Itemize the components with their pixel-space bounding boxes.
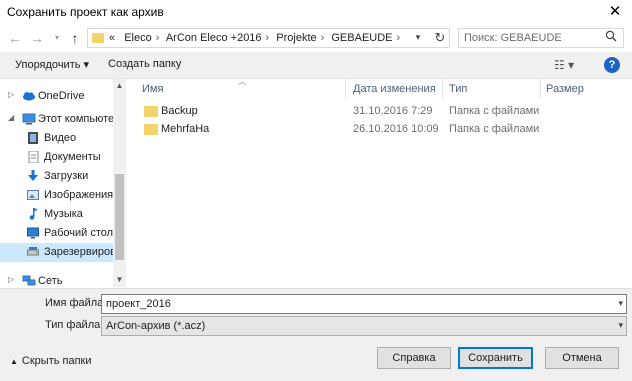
- column-header-name[interactable]: Имя: [142, 83, 163, 95]
- column-divider[interactable]: [442, 79, 443, 99]
- save-button[interactable]: Сохранить: [458, 347, 533, 369]
- sidebar-item-desktop[interactable]: Рабочий стол: [0, 224, 113, 243]
- organize-button[interactable]: Упорядочить ▾: [15, 58, 89, 71]
- breadcrumb-item[interactable]: Eleco: [124, 32, 152, 44]
- pictures-icon: [27, 189, 39, 201]
- sidebar-item-label: Видео: [44, 132, 77, 144]
- filetype-label: Тип файла:: [45, 319, 104, 331]
- folder-icon: [92, 33, 104, 43]
- download-icon: [27, 170, 39, 182]
- file-name: Backup: [161, 105, 198, 117]
- sidebar-item-pictures[interactable]: Изображения: [0, 186, 113, 205]
- scroll-down-arrow[interactable]: ▼: [113, 275, 126, 284]
- sort-indicator-icon: ︿: [238, 77, 246, 86]
- column-divider[interactable]: [345, 79, 346, 99]
- breadcrumb-item[interactable]: GEBAEUDE: [331, 32, 392, 44]
- up-button[interactable]: ↑: [66, 28, 84, 48]
- sidebar-item-label: Изображения: [44, 189, 114, 201]
- help-icon[interactable]: ?: [604, 57, 620, 73]
- column-header-type[interactable]: Тип: [449, 83, 467, 95]
- list-item[interactable]: Backup 31.10.2016 7:29 Папка с файлами: [142, 103, 539, 120]
- sidebar-item-documents[interactable]: Документы: [0, 148, 113, 167]
- breadcrumb-item[interactable]: ArCon Eleco +2016: [166, 32, 262, 44]
- column-divider[interactable]: [540, 79, 541, 99]
- sidebar-item-label: Музыка: [44, 208, 83, 220]
- file-list: ︿ Имя Дата изменения Тип Размер Backup 3…: [128, 77, 632, 287]
- sidebar-item-network[interactable]: Сеть: [0, 272, 113, 287]
- breadcrumb-item[interactable]: Projekte: [276, 32, 316, 44]
- search-input[interactable]: Поиск: GEBAEUDE: [458, 28, 624, 48]
- documents-icon: [27, 150, 39, 164]
- filetype-select[interactable]: ArCon-архив (*.acz) ▾: [101, 316, 627, 336]
- video-icon: [27, 132, 39, 144]
- sidebar-item-onedrive[interactable]: OneDrive: [0, 87, 113, 106]
- filename-value: проект_2016: [106, 298, 171, 310]
- chevron-down-icon[interactable]: ▾: [618, 320, 623, 331]
- chevron-right-icon[interactable]: ›: [156, 32, 160, 44]
- help-button[interactable]: Справка: [377, 347, 451, 369]
- filetype-value: ArCon-архив (*.acz): [106, 320, 206, 332]
- address-dropdown-icon[interactable]: ▾: [410, 32, 426, 43]
- file-type: Папка с файлами: [449, 123, 540, 135]
- window-title: Сохранить проект как архив: [7, 5, 164, 19]
- sidebar-item-label: Рабочий стол: [44, 227, 114, 239]
- sidebar-item-label: Документы: [44, 151, 101, 163]
- filename-label: Имя файла:: [45, 297, 107, 309]
- sidebar-item-reserved-drive[interactable]: Зарезервирован: [0, 243, 126, 262]
- close-button[interactable]: ✕: [604, 3, 626, 21]
- back-button[interactable]: ←: [6, 28, 24, 48]
- scroll-up-arrow[interactable]: ▲: [113, 81, 126, 90]
- chevron-down-icon[interactable]: ▾: [618, 298, 623, 309]
- new-folder-button[interactable]: Создать папку: [108, 58, 181, 70]
- sidebar-item-this-pc[interactable]: Этот компьютер: [0, 110, 120, 129]
- column-header-date[interactable]: Дата изменения: [353, 83, 436, 95]
- drive-icon: [27, 246, 39, 258]
- title-bar: Сохранить проект как архив ✕: [0, 0, 632, 24]
- chevron-right-icon[interactable]: ›: [321, 32, 325, 44]
- chevron-right-icon[interactable]: ›: [397, 32, 401, 44]
- sidebar-item-label: Загрузки: [44, 170, 89, 182]
- desktop-icon: [27, 227, 39, 239]
- file-date: 31.10.2016 7:29: [353, 105, 433, 117]
- toolbar: Упорядочить ▾ Создать папку ☷ ▾ ?: [0, 52, 632, 79]
- sidebar-item-label: OneDrive: [38, 90, 85, 102]
- filename-field[interactable]: проект_2016 ▾: [101, 294, 627, 314]
- scrollbar-thumb[interactable]: [115, 174, 124, 260]
- file-date: 26.10.2016 10:09: [353, 123, 439, 135]
- breadcrumb[interactable]: « Eleco › ArCon Eleco +2016 › Projekte › GE…: [109, 32, 404, 44]
- chevron-right-icon[interactable]: ▷: [8, 90, 14, 99]
- chevron-right-icon[interactable]: ▷: [8, 275, 14, 284]
- forward-button[interactable]: →: [28, 28, 46, 48]
- hide-folders-toggle[interactable]: ▲ Скрыть папки: [10, 355, 92, 367]
- sidebar-item-label: Сеть: [38, 275, 63, 287]
- column-header-size[interactable]: Размер: [546, 83, 584, 95]
- sidebar-item-downloads[interactable]: Загрузки: [0, 167, 113, 186]
- sidebar-item-video[interactable]: Видео: [0, 129, 113, 148]
- breadcrumb-overflow[interactable]: «: [109, 32, 115, 44]
- chevron-down-icon[interactable]: ◢: [8, 113, 14, 122]
- cancel-button[interactable]: Отмена: [545, 347, 619, 369]
- view-options-icon[interactable]: ☷ ▾: [554, 58, 574, 72]
- address-bar[interactable]: « Eleco › ArCon Eleco +2016 › Projekte › GE…: [87, 28, 450, 48]
- cloud-icon: [22, 90, 35, 102]
- music-icon: [27, 208, 39, 220]
- computer-icon: [22, 113, 36, 125]
- recent-locations-dropdown[interactable]: ▾: [48, 28, 66, 48]
- search-icon[interactable]: [605, 30, 617, 45]
- navigation-pane: OneDrive Этот компьютер Видео Документы …: [0, 79, 126, 287]
- sidebar-item-music[interactable]: Музыка: [0, 205, 113, 224]
- file-name: MehrfaHa: [161, 123, 210, 135]
- list-item[interactable]: MehrfaHa 26.10.2016 10:09 Папка с файлам…: [142, 121, 539, 138]
- file-type: Папка с файлами: [449, 105, 540, 117]
- hide-folders-label: Скрыть папки: [21, 355, 92, 367]
- folder-icon: [144, 124, 158, 135]
- folder-icon: [144, 106, 158, 117]
- refresh-icon[interactable]: ↻: [432, 30, 448, 46]
- navigation-scrollbar[interactable]: ▲ ▼: [113, 79, 126, 287]
- sidebar-item-label: Этот компьютер: [38, 113, 121, 125]
- search-placeholder: Поиск: GEBAEUDE: [464, 32, 562, 44]
- chevron-right-icon[interactable]: ›: [266, 32, 270, 44]
- network-icon: [22, 275, 36, 287]
- chevron-up-icon: ▲: [10, 357, 18, 366]
